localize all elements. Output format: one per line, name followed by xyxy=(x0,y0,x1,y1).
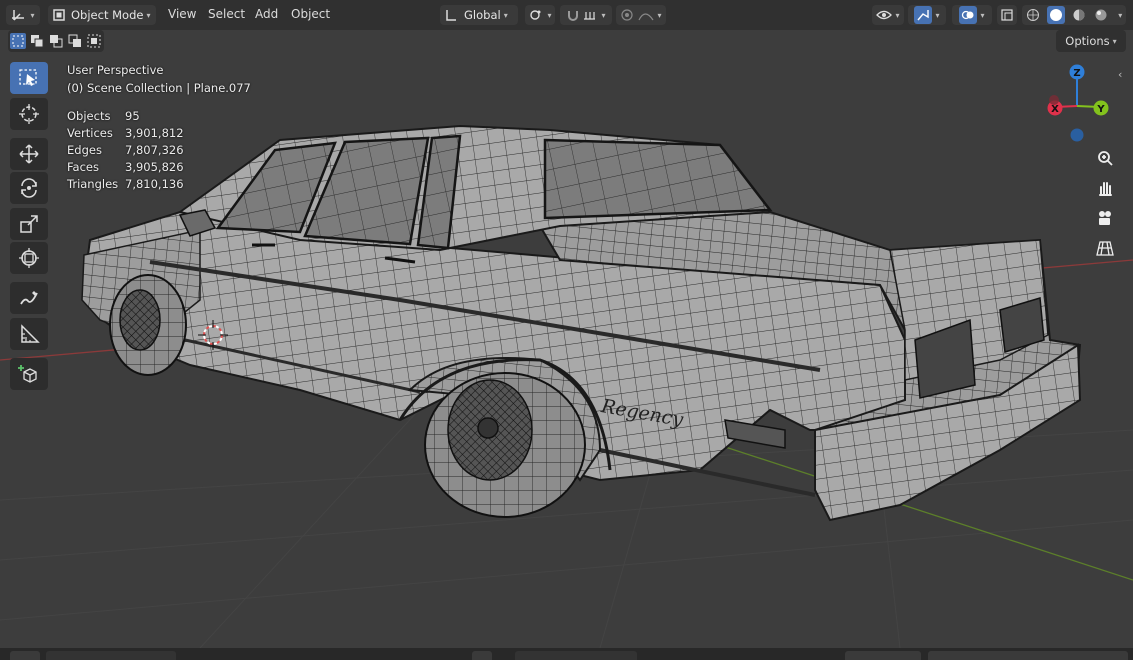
blender-window: ▾ Object Mode ▾ View Select Add Object Gl… xyxy=(0,0,1133,660)
annotate-icon xyxy=(20,291,38,305)
add-cube-icon xyxy=(18,365,37,383)
solid-shading-icon[interactable] xyxy=(1047,6,1066,24)
cursor-icon xyxy=(19,104,39,124)
orientation-label: Global xyxy=(464,8,501,22)
snap-toggle[interactable]: ▾ xyxy=(560,5,612,25)
zoom-button[interactable] xyxy=(1093,146,1117,170)
proportional-edit[interactable]: ▾ xyxy=(616,5,666,25)
stat-faces-value: 3,905,826 xyxy=(125,160,184,174)
tool-measure[interactable] xyxy=(10,318,48,350)
stat-objects-label: Objects xyxy=(67,109,111,123)
select-extend-icon[interactable] xyxy=(29,33,45,49)
gizmo-neg-z[interactable] xyxy=(1070,128,1084,142)
tool-select-box[interactable] xyxy=(10,62,48,94)
editor-type-button[interactable]: ▾ xyxy=(6,5,40,25)
tool-annotate[interactable] xyxy=(10,282,48,314)
timeline-editor-button[interactable] xyxy=(10,651,40,660)
hand-icon xyxy=(1099,182,1112,196)
zoom-icon xyxy=(1098,151,1113,166)
tool-move[interactable] xyxy=(10,138,48,170)
rendered-shading-icon[interactable] xyxy=(1094,8,1108,22)
camera-icon xyxy=(1099,211,1111,225)
xray-icon xyxy=(1001,9,1013,21)
perspective-toggle-button[interactable] xyxy=(1093,236,1117,260)
navigation-gizmo[interactable]: Z X Y xyxy=(1040,62,1116,142)
pan-button[interactable] xyxy=(1093,176,1117,200)
measure-icon xyxy=(21,324,40,343)
rotate-icon xyxy=(21,178,37,198)
stat-edges-label: Edges xyxy=(67,143,102,157)
mode-label: Object Mode xyxy=(71,8,144,22)
gizmo-x-label: X xyxy=(1051,104,1059,115)
material-shading-icon[interactable] xyxy=(1072,8,1086,22)
stat-triangles-value: 7,810,136 xyxy=(125,177,184,191)
menu-object[interactable]: Object xyxy=(291,7,330,21)
select-box-icon xyxy=(19,69,37,86)
magnet-icon xyxy=(568,11,579,21)
gizmo-icon xyxy=(917,10,930,21)
gizmo-z-label: Z xyxy=(1073,68,1080,79)
pivot-icon xyxy=(530,10,541,20)
playback-controls[interactable] xyxy=(515,651,637,660)
pivot-dropdown[interactable]: ▾ xyxy=(525,5,555,25)
proportional-icon xyxy=(621,9,634,21)
frame-range-fields[interactable] xyxy=(928,651,1128,660)
viewport-header: ▾ Object Mode ▾ View Select Add Object Gl… xyxy=(0,0,1133,31)
menu-add[interactable]: Add xyxy=(255,7,278,21)
tool-add-cube[interactable] xyxy=(10,358,48,390)
select-subtract-icon[interactable] xyxy=(48,33,64,49)
keyframe-button[interactable] xyxy=(472,651,492,660)
camera-view-button[interactable] xyxy=(1093,206,1117,230)
tool-scale[interactable] xyxy=(10,208,48,240)
gizmo-y-label: Y xyxy=(1096,104,1105,115)
current-frame-field[interactable] xyxy=(845,651,921,660)
overlay-icon xyxy=(962,10,974,20)
sidebar-toggle-icon[interactable]: ‹ xyxy=(1118,68,1122,81)
options-label: Options xyxy=(1065,34,1110,48)
shading-modes[interactable]: ▾ xyxy=(1022,5,1126,25)
select-new-icon[interactable] xyxy=(9,33,26,49)
gizmo-toggle[interactable]: ▾ xyxy=(908,5,946,25)
tool-rotate[interactable] xyxy=(10,172,48,204)
snap-grid-icon xyxy=(584,12,596,20)
playback-menu[interactable] xyxy=(46,651,176,660)
visibility-dropdown[interactable]: ▾ xyxy=(872,5,904,25)
transform-icon xyxy=(19,248,39,268)
orientation-icon xyxy=(446,10,456,21)
stat-vertices-label: Vertices xyxy=(67,126,113,140)
select-intersect-icon[interactable] xyxy=(86,33,102,49)
scene-canvas: Regency xyxy=(0,124,1133,648)
grid-perspective-icon xyxy=(1096,241,1114,256)
perspective-label: User Perspective xyxy=(67,63,164,77)
xray-toggle[interactable] xyxy=(997,5,1017,25)
stat-objects-value: 95 xyxy=(125,109,140,123)
axes-icon xyxy=(12,10,25,21)
timeline-header xyxy=(0,648,1133,660)
falloff-icon xyxy=(638,13,654,21)
wireframe-shading-icon[interactable] xyxy=(1026,8,1040,22)
orientation-dropdown[interactable]: Global ▾ xyxy=(440,5,518,25)
options-button[interactable]: Options ▾ xyxy=(1056,30,1126,52)
3d-viewport[interactable]: Regency Options ▾ ‹ User Perspective (0) … xyxy=(0,30,1133,648)
tool-transform[interactable] xyxy=(10,242,48,274)
stat-faces-label: Faces xyxy=(67,160,99,174)
menu-view[interactable]: View xyxy=(168,7,196,21)
menu-select[interactable]: Select xyxy=(208,7,245,21)
scale-icon xyxy=(20,215,38,233)
stat-vertices-value: 3,901,812 xyxy=(125,126,184,140)
select-invert-icon[interactable] xyxy=(67,33,83,49)
object-mode-icon xyxy=(53,9,65,21)
car-mesh xyxy=(81,124,1082,522)
select-mode-group xyxy=(8,30,104,52)
stat-triangles-label: Triangles xyxy=(67,177,119,191)
stat-edges-value: 7,807,326 xyxy=(125,143,184,157)
overlay-toggle[interactable]: ▾ xyxy=(952,5,992,25)
mode-dropdown[interactable]: Object Mode ▾ xyxy=(48,5,156,25)
eye-icon xyxy=(876,10,893,20)
move-icon xyxy=(19,144,39,164)
collection-label: (0) Scene Collection | Plane.077 xyxy=(67,81,251,95)
tool-cursor[interactable] xyxy=(10,98,48,130)
